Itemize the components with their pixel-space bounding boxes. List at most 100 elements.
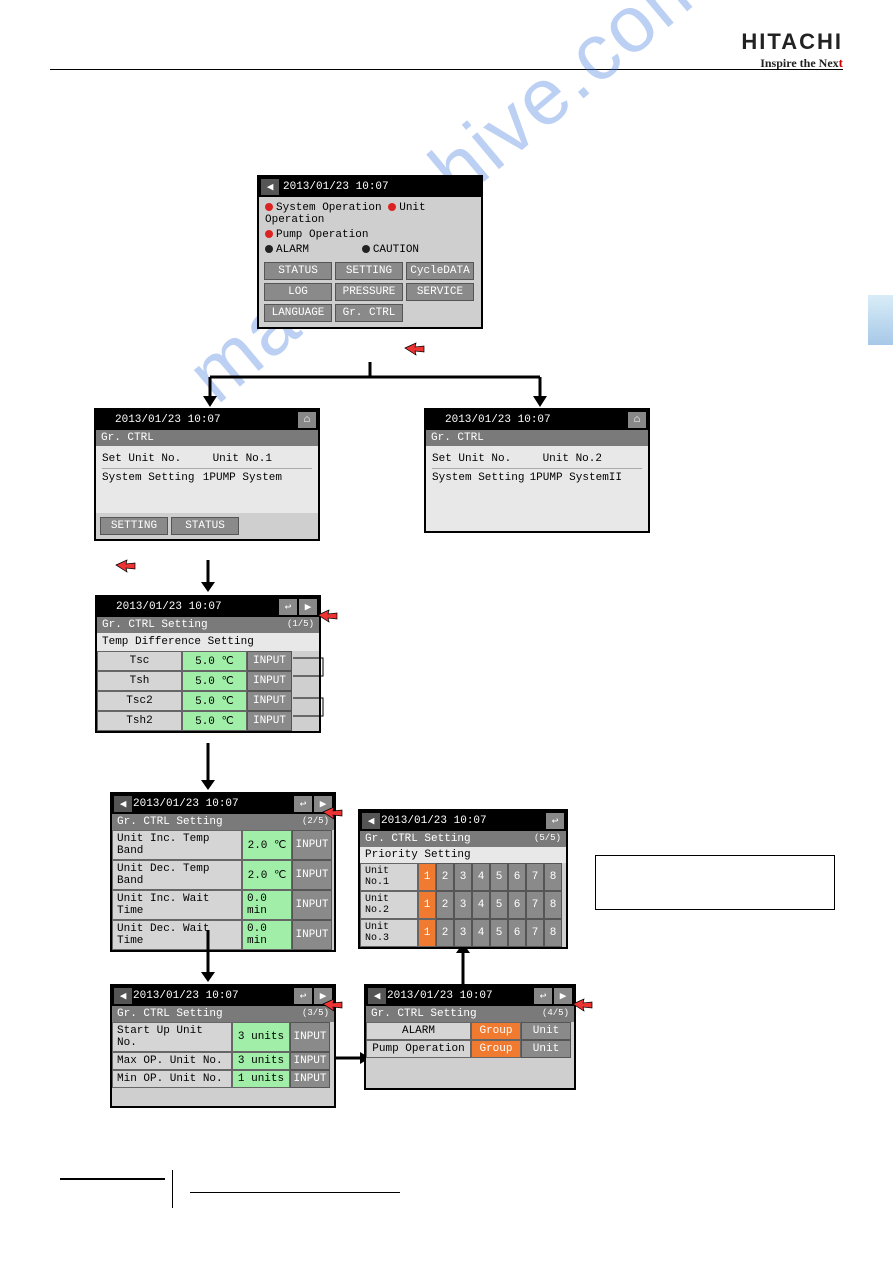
flow-arrow bbox=[198, 930, 218, 985]
return-icon[interactable]: ↩ bbox=[546, 813, 564, 829]
gr-ctrl-button[interactable]: Gr. CTRL bbox=[335, 304, 403, 322]
priority-num[interactable]: 4 bbox=[472, 919, 490, 947]
status-button[interactable]: STATUS bbox=[264, 262, 332, 280]
input-button[interactable]: INPUT bbox=[292, 890, 332, 920]
hand-pointer-icon bbox=[320, 802, 344, 824]
priority-num[interactable]: 2 bbox=[436, 863, 454, 891]
back-icon[interactable]: ◀ bbox=[368, 988, 386, 1004]
titlebar: ◀ 2013/01/23 10:07 ↩ ▶ bbox=[112, 794, 334, 814]
pressure-button[interactable]: PRESSURE bbox=[335, 283, 403, 301]
unit-button[interactable]: Unit bbox=[521, 1022, 571, 1040]
priority-num[interactable]: 2 bbox=[436, 919, 454, 947]
gr-ctrl-setting-4: ◀ 2013/01/23 10:07 ↩ ▶ Gr. CTRL Setting(… bbox=[364, 984, 576, 1090]
priority-num[interactable]: 6 bbox=[508, 919, 526, 947]
row-value: 5.0 ℃ bbox=[182, 651, 247, 671]
return-icon[interactable]: ↩ bbox=[279, 599, 297, 615]
titlebar: 2013/01/23 10:07 ⌂ bbox=[426, 410, 648, 430]
log-button[interactable]: LOG bbox=[264, 283, 332, 301]
priority-num[interactable]: 4 bbox=[472, 891, 490, 919]
priority-num[interactable]: 4 bbox=[472, 863, 490, 891]
note-box bbox=[595, 855, 835, 910]
timestamp: 2013/01/23 10:07 bbox=[445, 414, 551, 426]
gr-ctrl-setting-2: ◀ 2013/01/23 10:07 ↩ ▶ Gr. CTRL Setting(… bbox=[110, 792, 336, 952]
cycledata-button[interactable]: CycleDATA bbox=[406, 262, 474, 280]
priority-num[interactable]: 8 bbox=[544, 891, 562, 919]
input-button[interactable]: INPUT bbox=[247, 691, 292, 711]
titlebar: 2013/01/23 10:07 ↩ ▶ bbox=[97, 597, 319, 617]
hand-pointer-icon bbox=[315, 605, 339, 627]
priority-num[interactable]: 7 bbox=[526, 863, 544, 891]
row-label: Tsc2 bbox=[97, 691, 182, 711]
row-label: Unit Dec. Wait Time bbox=[112, 920, 242, 950]
group-button[interactable]: Group bbox=[471, 1022, 521, 1040]
input-button[interactable]: INPUT bbox=[247, 671, 292, 691]
titlebar: ◀ 2013/01/23 10:07 ↩ ▶ bbox=[366, 986, 574, 1006]
group-button[interactable]: Group bbox=[471, 1040, 521, 1058]
return-icon[interactable]: ↩ bbox=[294, 988, 312, 1004]
brand-logo: HITACHI bbox=[741, 29, 843, 55]
row-value: 0.0 min bbox=[242, 890, 292, 920]
row-label: Unit Inc. Temp Band bbox=[112, 830, 242, 860]
back-icon[interactable]: ◀ bbox=[362, 813, 380, 829]
row-label: Max OP. Unit No. bbox=[112, 1052, 232, 1070]
back-icon[interactable]: ◀ bbox=[114, 988, 132, 1004]
priority-num[interactable]: 8 bbox=[544, 919, 562, 947]
service-button[interactable]: SERVICE bbox=[406, 283, 474, 301]
input-button[interactable]: INPUT bbox=[292, 830, 332, 860]
titlebar: ◀ 2013/01/23 10:07 bbox=[259, 177, 481, 197]
input-button[interactable]: INPUT bbox=[292, 920, 332, 950]
priority-num[interactable]: 2 bbox=[436, 891, 454, 919]
priority-num[interactable]: 1 bbox=[418, 863, 436, 891]
return-icon[interactable]: ↩ bbox=[294, 796, 312, 812]
gr-ctrl-panel-1: 2013/01/23 10:07 ⌂ Gr. CTRL Set Unit No.… bbox=[94, 408, 320, 541]
row-label: Min OP. Unit No. bbox=[112, 1070, 232, 1088]
row-value: 3 units bbox=[232, 1022, 290, 1052]
priority-num[interactable]: 3 bbox=[454, 891, 472, 919]
input-button[interactable]: INPUT bbox=[292, 860, 332, 890]
row-label: Unit No.3 bbox=[360, 919, 418, 947]
set-unit-value: Unit No.2 bbox=[543, 453, 602, 465]
setting-button[interactable]: SETTING bbox=[100, 517, 168, 535]
timestamp: 2013/01/23 10:07 bbox=[283, 181, 389, 193]
footer-divider bbox=[172, 1170, 173, 1208]
language-button[interactable]: LANGUAGE bbox=[264, 304, 332, 322]
panel-subtitle: Gr. CTRL Setting(4/5) bbox=[366, 1006, 574, 1022]
hand-pointer-icon bbox=[402, 338, 426, 360]
priority-num[interactable]: 1 bbox=[418, 919, 436, 947]
set-unit-label: Set Unit No. bbox=[102, 453, 181, 465]
input-button[interactable]: INPUT bbox=[290, 1052, 330, 1070]
priority-num[interactable]: 3 bbox=[454, 919, 472, 947]
input-button[interactable]: INPUT bbox=[290, 1070, 330, 1088]
row-label: Unit No.2 bbox=[360, 891, 418, 919]
row-label: Tsc bbox=[97, 651, 182, 671]
heading: Priority Setting bbox=[360, 847, 566, 863]
status-button[interactable]: STATUS bbox=[171, 517, 239, 535]
home-icon[interactable]: ⌂ bbox=[628, 412, 646, 428]
back-icon[interactable]: ◀ bbox=[261, 179, 279, 195]
priority-num[interactable]: 7 bbox=[526, 919, 544, 947]
input-button[interactable]: INPUT bbox=[247, 711, 292, 731]
priority-num[interactable]: 6 bbox=[508, 863, 526, 891]
unit-button[interactable]: Unit bbox=[521, 1040, 571, 1058]
priority-num[interactable]: 3 bbox=[454, 863, 472, 891]
home-icon[interactable]: ⌂ bbox=[298, 412, 316, 428]
priority-num[interactable]: 5 bbox=[490, 919, 508, 947]
priority-num[interactable]: 5 bbox=[490, 891, 508, 919]
priority-num[interactable]: 1 bbox=[418, 891, 436, 919]
row-value: 2.0 ℃ bbox=[242, 830, 292, 860]
titlebar: ◀ 2013/01/23 10:07 ↩ ▶ bbox=[112, 986, 334, 1006]
priority-num[interactable]: 8 bbox=[544, 863, 562, 891]
row-label: ALARM bbox=[366, 1022, 471, 1040]
panel-subtitle: Gr. CTRL Setting(5/5) bbox=[360, 831, 566, 847]
input-button[interactable]: INPUT bbox=[290, 1022, 330, 1052]
priority-num[interactable]: 7 bbox=[526, 891, 544, 919]
priority-num[interactable]: 6 bbox=[508, 891, 526, 919]
return-icon[interactable]: ↩ bbox=[534, 988, 552, 1004]
priority-num[interactable]: 5 bbox=[490, 863, 508, 891]
setting-button[interactable]: SETTING bbox=[335, 262, 403, 280]
panel-subtitle: Gr. CTRL bbox=[426, 430, 648, 446]
hand-pointer-icon bbox=[570, 994, 594, 1016]
gr-ctrl-panel-2: 2013/01/23 10:07 ⌂ Gr. CTRL Set Unit No.… bbox=[424, 408, 650, 533]
back-icon[interactable]: ◀ bbox=[114, 796, 132, 812]
input-button[interactable]: INPUT bbox=[247, 651, 292, 671]
